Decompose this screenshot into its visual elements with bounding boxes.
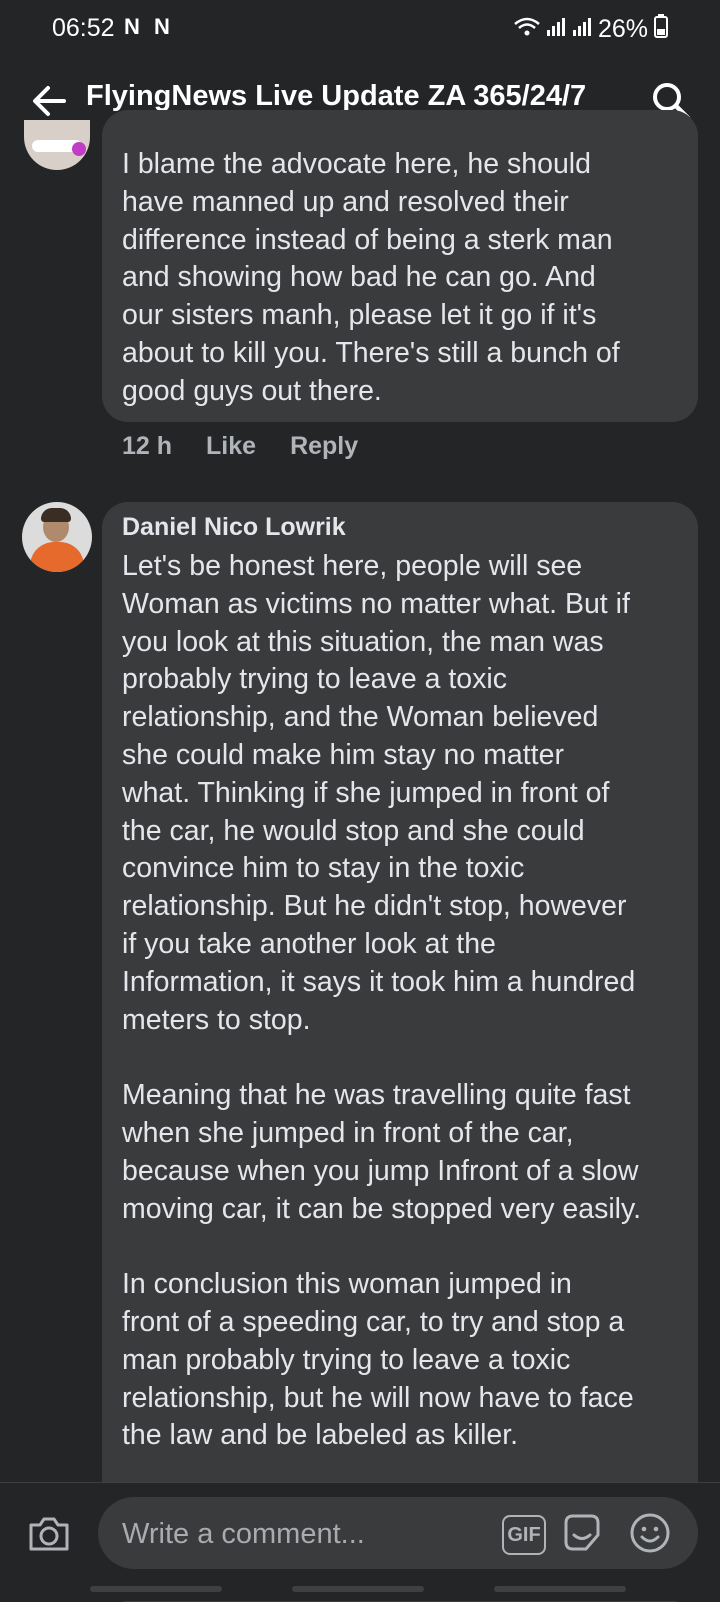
- wifi-icon: [514, 17, 540, 42]
- comment-input[interactable]: [120, 1497, 464, 1571]
- page-title: FlyingNews Live Update ZA 365/24/7: [86, 80, 587, 112]
- comment-line: she could make him stay no matter: [122, 738, 564, 771]
- sticker-button[interactable]: [560, 1511, 604, 1555]
- comment-line: man probably trying to leave a toxic: [122, 1343, 571, 1376]
- comment-line: and showing how bad he can go. And: [122, 261, 596, 294]
- avatar-hair: [41, 508, 71, 522]
- sticker-icon: [564, 1514, 600, 1551]
- comment-line: Meaning that he was travelling quite fas…: [122, 1079, 631, 1112]
- status-time: 06:52: [52, 14, 115, 42]
- comment-line: the car, he would stop and she could: [122, 814, 585, 847]
- camera-button[interactable]: [26, 1511, 72, 1557]
- comment-line: probably trying to leave a toxic: [122, 663, 507, 696]
- comment-line: the law and be labeled as killer.: [122, 1419, 519, 1452]
- comment-line: In conclusion this woman jumped in: [122, 1268, 572, 1301]
- comment-line: when she jumped in front of the car,: [122, 1116, 574, 1149]
- comment-input-container: GIF: [98, 1497, 698, 1571]
- comment-line: meters to stop.: [122, 1003, 311, 1036]
- comment-line: you look at this situation, the man was: [122, 625, 604, 658]
- comment-line: if you take another look at the: [122, 927, 496, 960]
- avatar[interactable]: [24, 120, 90, 170]
- comment-line: what. Thinking if she jumped in front of: [122, 776, 610, 809]
- comment-line: Woman as victims no matter what. But if: [122, 587, 630, 620]
- emoji-icon: [630, 1513, 670, 1553]
- arrow-left-icon: [33, 86, 66, 116]
- comment-line: relationship, but he will now have to fa…: [122, 1381, 634, 1414]
- reply-button[interactable]: Reply: [290, 432, 358, 461]
- comment-line: Let's be honest here, people will see: [122, 550, 583, 582]
- comment-author[interactable]: Daniel Nico Lowrik: [122, 513, 346, 542]
- comment-line: I blame the advocate here, he should: [122, 148, 591, 180]
- comment-text: Let's be honest here, people will see Wo…: [122, 548, 692, 1455]
- nav-recents[interactable]: [90, 1586, 222, 1592]
- comment-line: because when you jump Infront of a slow: [122, 1154, 639, 1187]
- comment-line: relationship, and the Woman believed: [122, 701, 599, 734]
- comment-line: good guys out there.: [122, 374, 382, 407]
- signal-2-icon: [572, 17, 592, 42]
- emoji-button[interactable]: [628, 1511, 672, 1555]
- comment-line: moving car, it can be stopped very easil…: [122, 1192, 642, 1225]
- signal-icon: [546, 17, 566, 42]
- system-nav-bar: [0, 1584, 720, 1600]
- gif-button[interactable]: GIF: [502, 1515, 546, 1555]
- comment-line: relationship. But he didn't stop, howeve…: [122, 890, 627, 923]
- comment-actions: 12 h Like Reply: [122, 432, 358, 461]
- nav-home[interactable]: [292, 1586, 424, 1592]
- avatar[interactable]: [22, 502, 92, 572]
- comment-line: difference instead of being a sterk man: [122, 223, 613, 256]
- comment-text: I blame the advocate here, he should hav…: [122, 146, 692, 411]
- battery-icon: [654, 14, 668, 45]
- status-bar: 06:52 N N 26%: [0, 0, 720, 58]
- battery-level: 26%: [597, 15, 648, 43]
- comment-time: 12 h: [122, 432, 173, 460]
- status-right: 26%: [514, 14, 668, 45]
- comment-line: have manned up and resolved their: [122, 185, 569, 218]
- like-button[interactable]: Like: [206, 432, 256, 461]
- heart-icon: [72, 142, 86, 156]
- back-button[interactable]: [26, 78, 72, 124]
- comment-line: about to kill you. There's still a bunch…: [122, 336, 620, 369]
- notification-icons: N N: [124, 14, 174, 39]
- comment-line: Information, it says it took him a hundr…: [122, 965, 636, 998]
- camera-icon: [29, 1517, 69, 1551]
- comment-line: our sisters manh, please let it go if it…: [122, 299, 597, 332]
- comment-line: front of a speeding car, to try and stop…: [122, 1305, 625, 1338]
- nav-back[interactable]: [494, 1586, 626, 1592]
- avatar-shirt: [30, 542, 84, 572]
- comment-line: convince him to stay in the toxic: [122, 852, 525, 885]
